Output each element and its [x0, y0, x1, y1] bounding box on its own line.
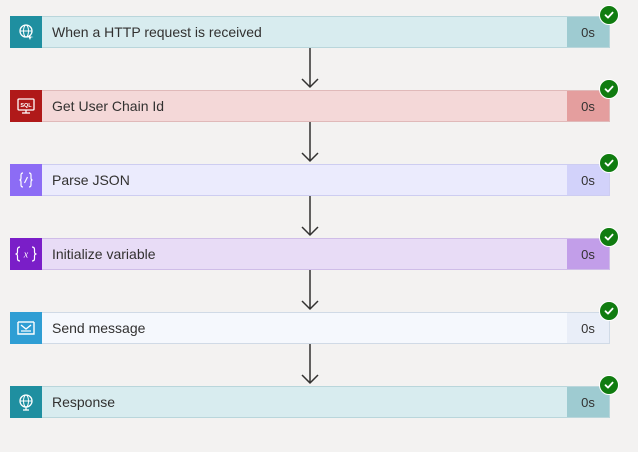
- logic-app-run-canvas: When a HTTP request is received 0s SQL G…: [0, 0, 638, 452]
- step-label: Get User Chain Id: [52, 98, 165, 114]
- step-sql[interactable]: SQL Get User Chain Id 0s: [10, 79, 619, 122]
- step-label: Send message: [52, 320, 146, 336]
- variable-icon: x: [10, 238, 42, 270]
- step-label: Response: [52, 394, 116, 410]
- svg-text:SQL: SQL: [20, 103, 32, 109]
- success-check-icon: [599, 227, 619, 247]
- step-http-request[interactable]: When a HTTP request is received 0s: [10, 5, 619, 48]
- step-initialize-variable[interactable]: x Initialize variable 0s: [10, 227, 619, 270]
- braces-icon: [10, 164, 42, 196]
- connector-arrow: [301, 48, 319, 89]
- connector-arrow: [301, 344, 319, 385]
- step-send-message[interactable]: Send message 0s: [10, 301, 619, 344]
- success-check-icon: [599, 301, 619, 321]
- step-label: When a HTTP request is received: [52, 24, 262, 40]
- step-response[interactable]: Response 0s: [10, 375, 619, 418]
- success-check-icon: [599, 375, 619, 395]
- step-parse-json[interactable]: Parse JSON 0s: [10, 153, 619, 196]
- step-label: Initialize variable: [52, 246, 156, 262]
- step-label: Parse JSON: [52, 172, 130, 188]
- sql-icon: SQL: [10, 90, 42, 122]
- message-queue-icon: [10, 312, 42, 344]
- globe-response-icon: [10, 386, 42, 418]
- svg-text:x: x: [23, 250, 29, 261]
- success-check-icon: [599, 79, 619, 99]
- connector-arrow: [301, 196, 319, 237]
- globe-request-icon: [10, 16, 42, 48]
- success-check-icon: [599, 153, 619, 173]
- connector-arrow: [301, 270, 319, 311]
- connector-arrow: [301, 122, 319, 163]
- success-check-icon: [599, 5, 619, 25]
